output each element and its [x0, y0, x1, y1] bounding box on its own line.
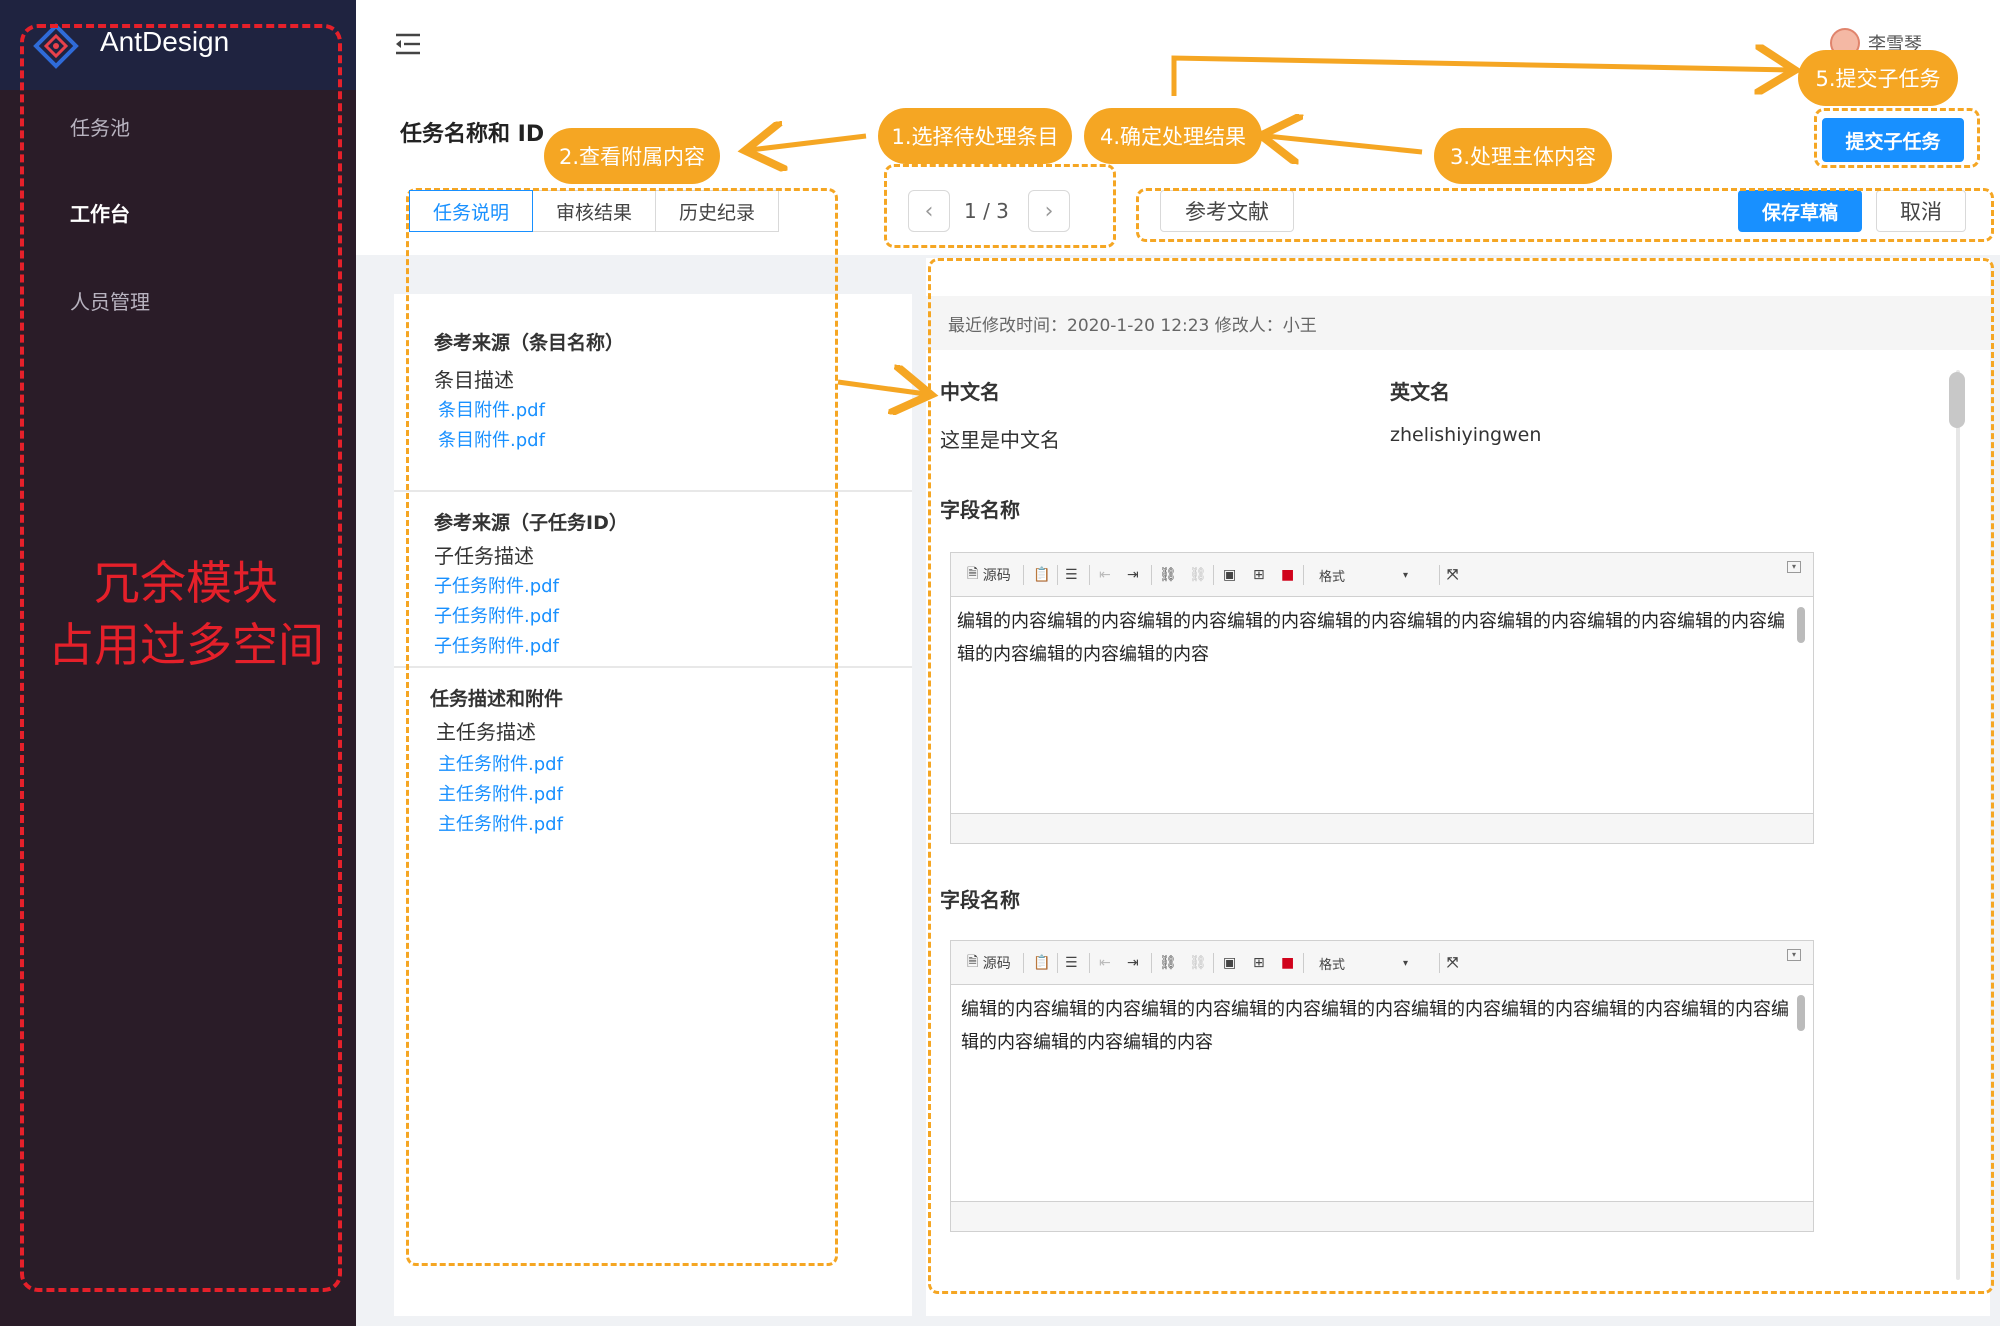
annotation-box-submit: [1814, 108, 1980, 168]
annotation-box-detail: [928, 258, 1994, 1294]
menu-fold-icon[interactable]: [394, 32, 422, 56]
page-title: 任务名称和 ID: [400, 122, 545, 147]
redundant-note-line2: 占用过多空间: [48, 618, 324, 672]
redundant-note-line1: 冗余模块: [94, 556, 278, 610]
tab-task-description[interactable]: 任务说明: [409, 190, 533, 232]
annotation-step5: 5.提交子任务: [1798, 50, 1958, 106]
annotation-step3: 3.处理主体内容: [1434, 128, 1612, 184]
annotation-step2: 2.查看附属内容: [544, 128, 720, 184]
redundant-module-note: 冗余模块 占用过多空间: [24, 552, 348, 676]
annotation-box-reference: [406, 188, 838, 1266]
annotation-step1: 1.选择待处理条目: [878, 108, 1072, 164]
annotation-box-actions: [1136, 188, 1994, 242]
annotation-box-pager: [884, 164, 1116, 248]
annotation-step4: 4.确定处理结果: [1084, 108, 1262, 164]
